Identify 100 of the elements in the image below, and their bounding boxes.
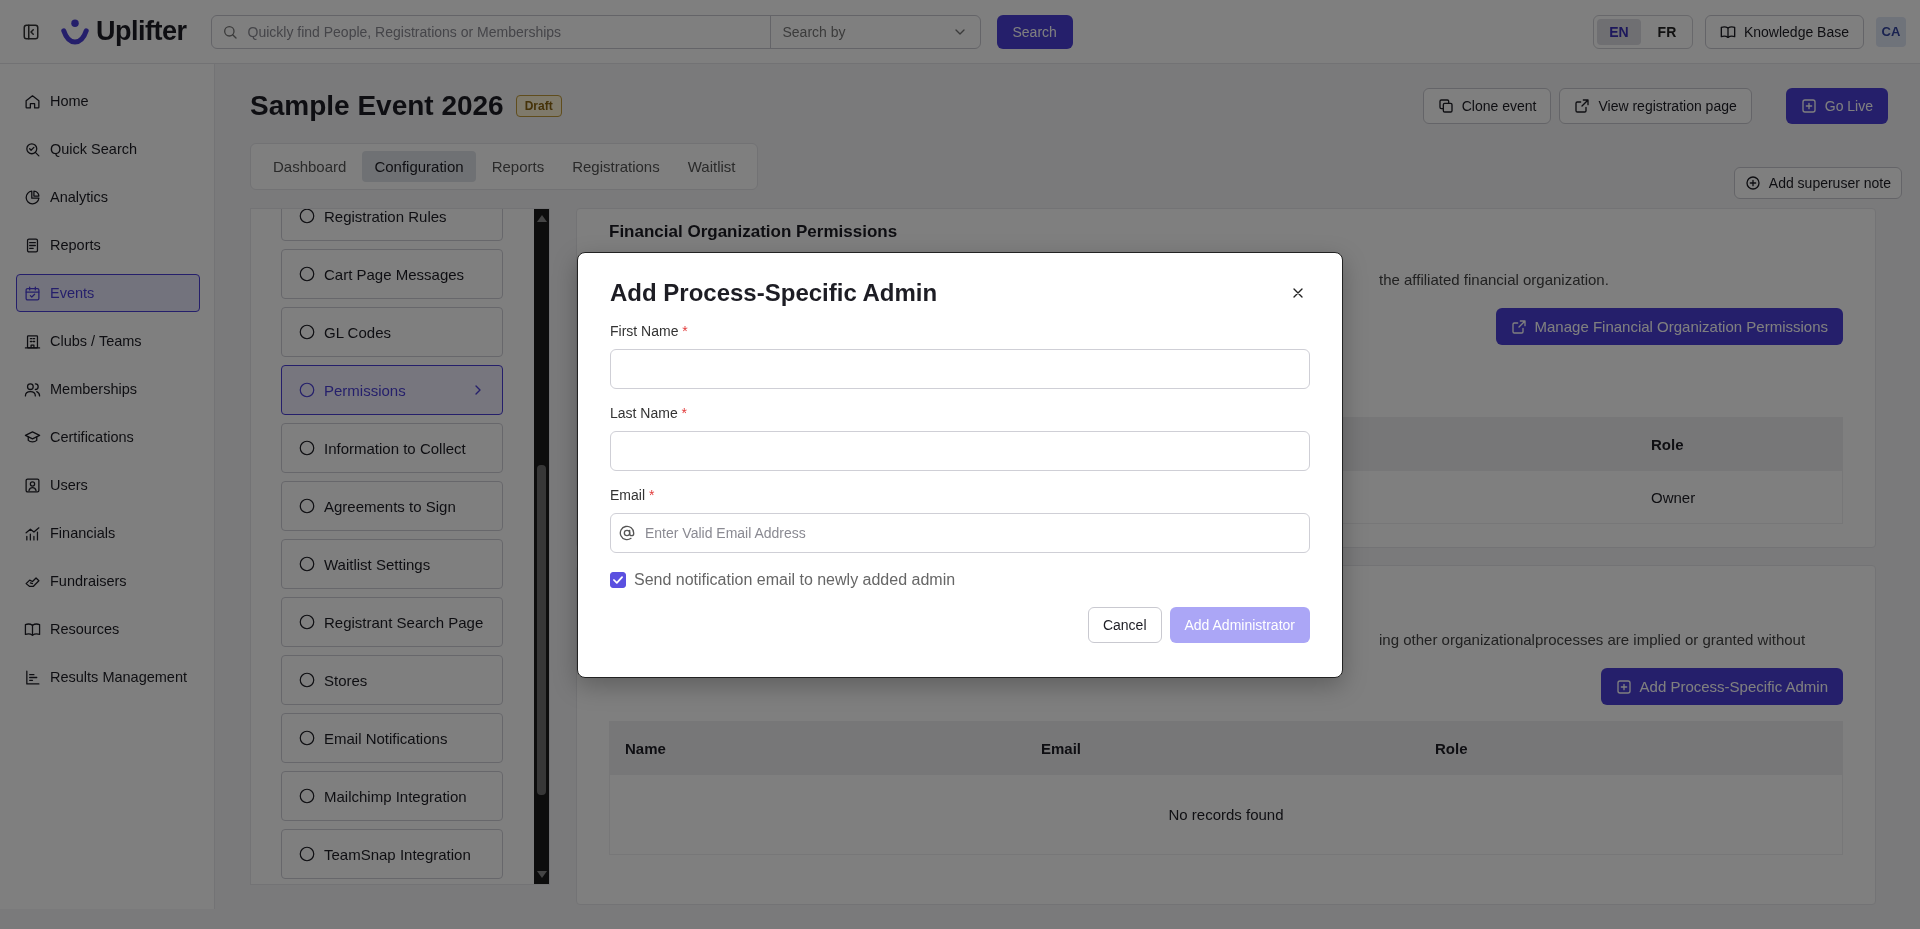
people-icon <box>24 380 41 398</box>
config-menu-item[interactable]: Stores <box>281 655 503 705</box>
section-description: ing other organizationalprocesses are implied or granted without <box>1379 631 1807 648</box>
sidebar-item[interactable]: Financials <box>16 514 200 552</box>
tab[interactable]: Registrations <box>560 151 672 182</box>
sidebar-item[interactable]: Results Management <box>16 658 200 696</box>
external-link-icon <box>1574 98 1591 114</box>
cancel-button[interactable]: Cancel <box>1087 607 1162 643</box>
sidebar-item[interactable]: Quick Search <box>16 130 200 168</box>
manage-permissions-button[interactable]: Manage Financial Organization Permissions <box>1495 308 1843 345</box>
tab[interactable]: Dashboard <box>261 151 359 182</box>
field-label: Email * <box>610 487 656 503</box>
config-menu-item[interactable]: TeamSnap Integration <box>281 829 503 879</box>
search-button[interactable]: Search <box>996 14 1073 49</box>
tab[interactable]: Configuration <box>362 151 476 182</box>
input-field[interactable]: Enter Valid Email Address <box>610 513 1310 553</box>
input-field[interactable] <box>610 349 1310 389</box>
sidebar-item[interactable]: Certifications <box>16 418 200 456</box>
circle-icon <box>298 671 316 689</box>
sidebar-item[interactable]: Resources <box>16 610 200 648</box>
sidebar-item[interactable]: Users <box>16 466 200 504</box>
status-badge: Draft <box>515 95 562 117</box>
graduation-cap-icon <box>24 428 41 446</box>
config-menu-item[interactable]: Agreements to Sign <box>281 481 503 531</box>
dialog-title: Add Process-Specific Admin <box>610 279 938 307</box>
language-option[interactable]: EN <box>1596 18 1641 45</box>
search-icon <box>24 140 41 158</box>
scrollbar[interactable] <box>534 209 549 884</box>
clone-event-button[interactable]: Clone event <box>1422 88 1552 124</box>
user-badge-icon <box>24 476 41 494</box>
calendar-icon <box>24 284 41 302</box>
sidebar-item[interactable]: Fundraisers <box>16 562 200 600</box>
column-header: Email <box>1040 740 1083 757</box>
user-avatar[interactable]: CA <box>1876 16 1906 47</box>
config-menu-item[interactable]: Registrant Search Page <box>281 597 503 647</box>
go-live-button[interactable]: Go Live <box>1785 88 1888 124</box>
sidebar-item[interactable]: Memberships <box>16 370 200 408</box>
check-icon <box>611 573 625 587</box>
field-label: First Name * <box>610 323 689 339</box>
search-by-dropdown[interactable]: Search by <box>769 15 980 48</box>
circle-icon <box>298 439 316 457</box>
config-menu-item[interactable]: Information to Collect <box>281 423 503 473</box>
add-note-button[interactable]: Add superuser note <box>1733 167 1902 199</box>
building-icon <box>24 332 41 350</box>
logo-text: Uplifter <box>96 16 187 47</box>
search-icon <box>221 23 238 40</box>
column-header: Role <box>1650 436 1685 453</box>
home-icon <box>24 92 41 110</box>
language-option[interactable]: FR <box>1644 18 1689 45</box>
config-menu-item[interactable]: Waitlist Settings <box>281 539 503 589</box>
book-icon <box>1719 23 1736 40</box>
table-cell-text: Owner <box>1650 488 1697 506</box>
config-menu-item[interactable]: Cart Page Messages <box>281 249 503 299</box>
input-field[interactable] <box>610 431 1310 471</box>
circle-icon <box>298 497 316 515</box>
bar-chart-icon <box>24 524 41 542</box>
section-description: the affiliated financial organization. <box>1379 271 1610 288</box>
sidebar-item[interactable]: Reports <box>16 226 200 264</box>
section-title: Financial Organization Permissions <box>609 221 899 243</box>
empty-message: No records found <box>1168 806 1284 823</box>
field-label: Last Name * <box>610 405 689 421</box>
at-sign-icon <box>619 525 635 541</box>
bar-chart-icon <box>24 668 41 686</box>
add-admin-button[interactable]: Add Process-Specific Admin <box>1600 668 1843 705</box>
config-menu-item[interactable]: GL Codes <box>281 307 503 357</box>
circle-icon <box>298 323 316 341</box>
knowledge-base-button[interactable]: Knowledge Base <box>1704 14 1864 49</box>
sidebar-item[interactable]: Analytics <box>16 178 200 216</box>
sidebar-toggle-icon <box>22 22 40 41</box>
circle-icon <box>298 265 316 283</box>
sidebar-item[interactable]: Home <box>16 82 200 120</box>
plus-square-icon <box>1800 98 1817 114</box>
checkbox-label: Send notification email to newly added admin <box>634 571 956 589</box>
pie-chart-icon <box>24 188 41 206</box>
search-field[interactable]: Quickly find People, Registrations or Memberships Search by <box>210 14 981 49</box>
config-menu-item[interactable]: Permissions <box>281 365 503 415</box>
circle-icon <box>298 555 316 573</box>
page-title: Sample Event 2026 <box>250 90 504 122</box>
config-menu-item[interactable]: Email Notifications <box>281 713 503 763</box>
plus-circle-icon <box>1744 175 1761 191</box>
book-icon <box>24 620 41 638</box>
config-menu-item[interactable]: Registration Rules <box>281 209 503 241</box>
circle-icon <box>298 845 316 863</box>
tab[interactable]: Waitlist <box>675 151 748 182</box>
sidebar-item[interactable]: Events <box>16 274 200 312</box>
config-menu-item[interactable]: Mailchimp Integration <box>281 771 503 821</box>
column-header: Role <box>1434 740 1469 757</box>
external-link-icon <box>1510 318 1527 335</box>
plus-square-icon <box>1615 678 1632 695</box>
checkbox[interactable] <box>610 572 626 588</box>
circle-icon <box>298 729 316 747</box>
document-icon <box>24 236 41 254</box>
view-page-button[interactable]: View registration page <box>1559 88 1752 124</box>
column-header: Name <box>624 740 667 757</box>
circle-icon <box>298 787 316 805</box>
tab[interactable]: Reports <box>479 151 557 182</box>
circle-icon <box>298 613 316 631</box>
circle-icon <box>298 381 316 399</box>
copy-icon <box>1437 98 1454 114</box>
sidebar-item[interactable]: Clubs / Teams <box>16 322 200 360</box>
